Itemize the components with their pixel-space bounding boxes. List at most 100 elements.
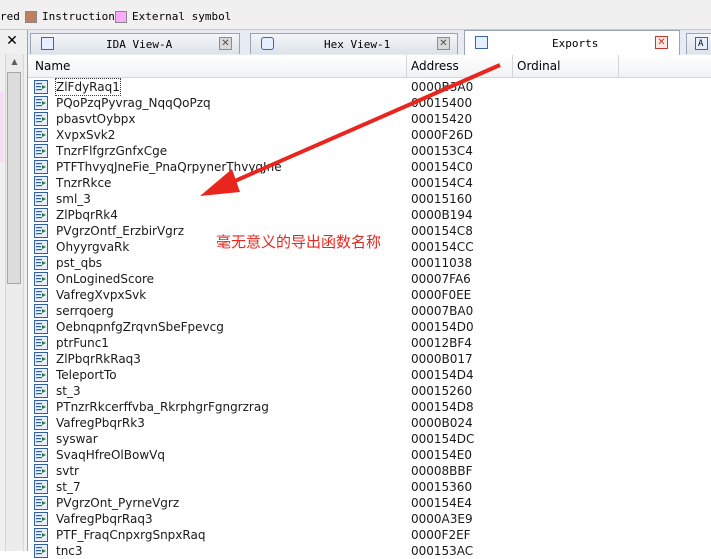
export-name: PTFThvyqJneFie_PnaQrpynerThvyqJne — [56, 160, 282, 174]
tab-label: Exports — [552, 37, 599, 50]
table-row[interactable]: SvaqHfreOlBowVq 000154E0 — [28, 447, 711, 463]
export-name: ZlFdyRaq1 — [55, 78, 121, 96]
column-divider[interactable] — [406, 55, 407, 77]
legend-label-external-symbol: External symbol — [132, 10, 232, 23]
export-function-icon — [34, 128, 48, 142]
export-address: 00007FA6 — [411, 272, 471, 286]
column-header-ordinal[interactable]: Ordinal — [517, 59, 560, 73]
export-name: ZlPbqrRk4 — [56, 208, 118, 222]
tab-label: A — [698, 39, 704, 49]
table-row[interactable]: OnLoginedScore 00007FA6 — [28, 271, 711, 287]
table-row[interactable]: syswar 000154DC — [28, 431, 711, 447]
column-header-address[interactable]: Address — [411, 59, 459, 73]
table-row[interactable]: VafregPbqrRaq3 0000A3E9 — [28, 511, 711, 527]
scrollbar-thumb[interactable] — [7, 72, 21, 284]
export-address: 000154C0 — [411, 160, 473, 174]
export-address: 0000B024 — [411, 416, 473, 430]
export-function-icon — [34, 352, 48, 366]
export-address: 000154D4 — [411, 368, 474, 382]
export-name: st_3 — [56, 384, 81, 398]
table-row[interactable]: st_7 00015360 — [28, 479, 711, 495]
export-address: 00007BA0 — [411, 304, 474, 318]
export-name: PTF_FraqCnpxrgSnpxRaq — [56, 528, 206, 542]
tab-ida-view-a[interactable]: IDA View-A ✕ — [30, 33, 240, 54]
export-name: tnc3 — [56, 544, 83, 558]
table-row[interactable]: XvpxSvk2 0000F26D — [28, 127, 711, 143]
export-function-icon — [34, 512, 48, 526]
export-function-icon — [34, 272, 48, 286]
table-row[interactable]: PTnzrRkcerffvba_RkrphgrFgngrzrag 000154D8 — [28, 399, 711, 415]
table-row[interactable]: VafregXvpxSvk 0000F0EE — [28, 287, 711, 303]
tab-structures[interactable]: A — [686, 33, 711, 54]
table-header: Name Address Ordinal — [28, 55, 711, 78]
export-address: 000154D0 — [411, 320, 474, 334]
export-address: 0000B017 — [411, 352, 473, 366]
export-function-icon — [34, 288, 48, 302]
table-row[interactable]: pbasvtOybpx 00015420 — [28, 111, 711, 127]
export-name: PTnzrRkcerffvba_RkrphgrFgngrzrag — [56, 400, 269, 414]
table-row[interactable]: TeleportTo 000154D4 — [28, 367, 711, 383]
annotation-text: 毫无意义的导出函数名称 — [216, 233, 382, 251]
table-row[interactable]: ZlPbqrRk4 0000B194 — [28, 207, 711, 223]
export-name: ptrFunc1 — [56, 336, 109, 350]
table-row[interactable]: ZlFdyRaq1 0000B3A0 — [28, 78, 711, 96]
tab-hex-view-1[interactable]: Hex View-1 ✕ — [250, 33, 458, 54]
close-icon[interactable]: ✕ — [3, 32, 21, 50]
export-name: pst_qbs — [56, 256, 103, 270]
legend-swatch-external-symbol — [115, 11, 127, 23]
table-row[interactable]: pst_qbs 00011038 — [28, 255, 711, 271]
scroll-up-arrow-icon[interactable]: ▲ — [6, 54, 23, 70]
export-address: 0000F0EE — [411, 288, 472, 302]
column-divider[interactable] — [512, 55, 513, 77]
tab-label: IDA View-A — [106, 38, 173, 51]
table-row[interactable]: OebnqpnfgZrqvnSbeFpevcg 000154D0 — [28, 319, 711, 335]
export-address: 00015420 — [411, 112, 473, 126]
column-divider[interactable] — [618, 55, 619, 77]
export-address: 000154C4 — [411, 176, 473, 190]
close-tab-icon[interactable]: ✕ — [655, 36, 668, 49]
export-address: 00015400 — [411, 96, 473, 110]
close-tab-icon[interactable]: ✕ — [219, 37, 232, 50]
left-pane-scrollbar[interactable]: ▲ — [5, 54, 24, 551]
export-function-icon — [34, 432, 48, 446]
table-row[interactable]: ptrFunc1 00012BF4 — [28, 335, 711, 351]
export-function-icon — [34, 96, 48, 110]
export-function-icon — [34, 192, 48, 206]
export-address: 000154E4 — [411, 496, 473, 510]
export-name: VafregPbqrRaq3 — [56, 512, 153, 526]
export-name: SvaqHfreOlBowVq — [56, 448, 165, 462]
export-name: st_7 — [56, 480, 81, 494]
export-function-icon — [34, 112, 48, 126]
table-row[interactable]: PTF_FraqCnpxrgSnpxRaq 0000F2EF — [28, 527, 711, 543]
tab-bar: IDA View-A ✕ Hex View-1 ✕ Exports ✕ A — [28, 30, 711, 56]
export-name: PVgrzOnt_PyrneVgrz — [56, 496, 180, 510]
table-row[interactable]: serrqoerg 00007BA0 — [28, 303, 711, 319]
export-function-icon — [34, 176, 48, 190]
export-address: 00008BBF — [411, 464, 473, 478]
column-header-name[interactable]: Name — [35, 59, 70, 73]
table-row[interactable]: svtr 00008BBF — [28, 463, 711, 479]
export-address: 0000A3E9 — [411, 512, 473, 526]
export-name: OebnqpnfgZrqvnSbeFpevcg — [56, 320, 224, 334]
hex-view-icon — [261, 37, 274, 50]
export-function-icon — [34, 320, 48, 334]
table-row[interactable]: PVgrzOnt_PyrneVgrz 000154E4 — [28, 495, 711, 511]
export-function-icon — [34, 416, 48, 430]
export-function-icon — [34, 208, 48, 222]
table-row[interactable]: tnc3 000153AC — [28, 543, 711, 559]
table-row[interactable]: sml_3 00015160 — [28, 191, 711, 207]
table-row[interactable]: ZlPbqrRkRaq3 0000B017 — [28, 351, 711, 367]
export-function-icon — [34, 256, 48, 270]
tab-exports[interactable]: Exports ✕ — [464, 30, 680, 56]
table-row[interactable]: PTFThvyqJneFie_PnaQrpynerThvyqJne 000154C… — [28, 159, 711, 175]
table-row[interactable]: PQoPzqPyvrag_NqqQoPzq 00015400 — [28, 95, 711, 111]
table-row[interactable]: TnzrFlfgrzGnfxCge 000153C4 — [28, 143, 711, 159]
table-row[interactable]: VafregPbqrRk3 0000B024 — [28, 415, 711, 431]
export-address: 00015360 — [411, 480, 473, 494]
export-function-icon — [34, 336, 48, 350]
export-name: TnzrRkce — [56, 176, 112, 190]
table-row[interactable]: st_3 00015260 — [28, 383, 711, 399]
close-tab-icon[interactable]: ✕ — [437, 37, 450, 50]
table-row[interactable]: TnzrRkce 000154C4 — [28, 175, 711, 191]
export-function-icon — [34, 528, 48, 542]
